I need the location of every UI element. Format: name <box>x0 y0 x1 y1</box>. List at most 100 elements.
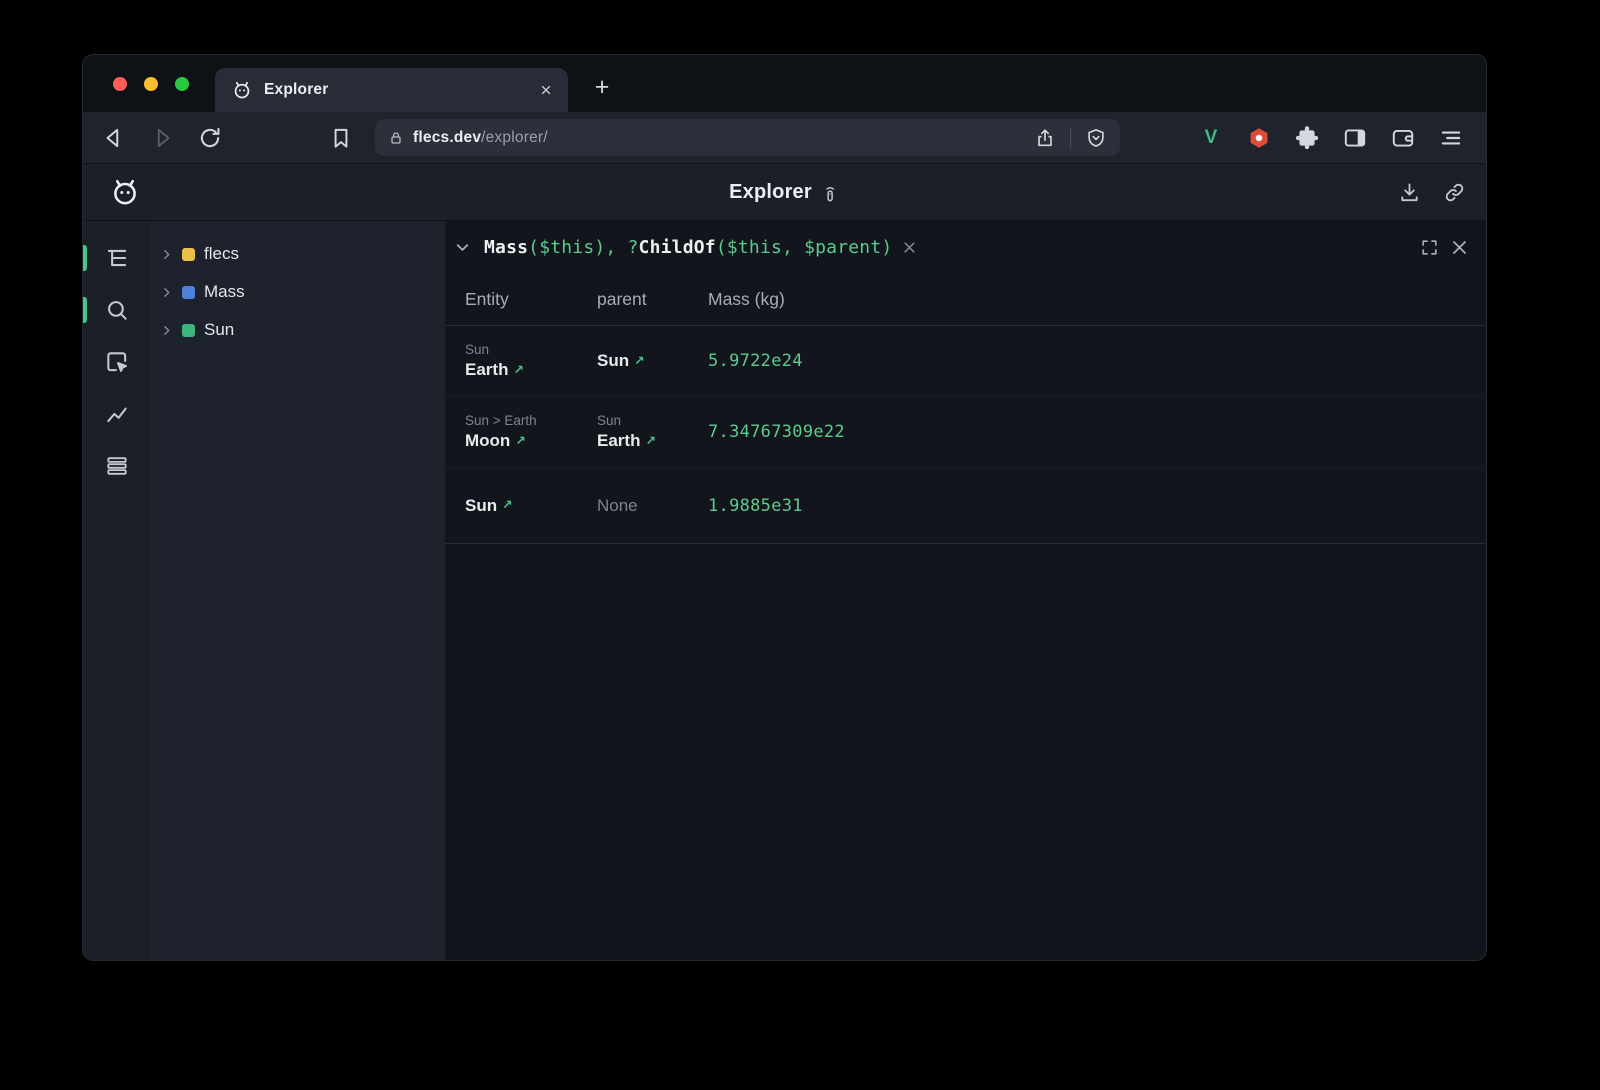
entity-tree-panel: flecs Mass Sun <box>150 221 445 960</box>
extension-toolbar: V <box>1198 125 1464 151</box>
external-link-icon: ↗ <box>645 433 655 448</box>
expand-chevron-icon[interactable] <box>160 248 173 261</box>
icon-sidebar <box>83 221 150 960</box>
url-path: /explorer/ <box>481 129 548 146</box>
parent-link[interactable]: Earth ↗ <box>597 431 708 451</box>
tree-item-sun[interactable]: Sun <box>160 311 445 349</box>
wallet-icon[interactable] <box>1390 125 1416 151</box>
share-icon[interactable] <box>1034 127 1056 149</box>
mass-value: 5.9722e24 <box>708 351 1486 371</box>
entity-color-swatch <box>182 324 195 337</box>
parent-cell: Sun ↗ <box>577 351 708 371</box>
external-link-icon: ↗ <box>515 433 525 448</box>
url-text: flecs.dev/explorer/ <box>413 129 548 147</box>
entity-name: Sun <box>465 496 497 516</box>
table-row[interactable]: Sun Earth ↗ Sun ↗ 5.9722e24 <box>445 326 1486 397</box>
search-icon[interactable] <box>104 297 130 323</box>
traffic-lights <box>113 77 189 91</box>
download-icon[interactable] <box>1398 181 1421 204</box>
statistics-chart-icon[interactable] <box>104 401 130 427</box>
query-term: Mass <box>484 237 528 258</box>
entity-color-swatch <box>182 286 195 299</box>
external-link-icon: ↗ <box>634 353 644 368</box>
column-header-parent[interactable]: parent <box>577 289 708 310</box>
tab-strip: Explorer + <box>83 55 1486 112</box>
reload-button[interactable] <box>197 125 223 151</box>
query-expression[interactable]: Mass($this), ?ChildOf($this, $parent) <box>484 237 892 258</box>
entity-path: Sun <box>465 342 577 357</box>
entity-path: Sun > Earth <box>465 413 577 428</box>
parent-path: Sun <box>597 413 708 428</box>
tree-view-icon[interactable] <box>104 245 130 271</box>
active-indicator <box>83 297 87 323</box>
active-indicator <box>83 245 87 271</box>
brave-shield-icon[interactable] <box>1085 127 1107 149</box>
parent-cell: None <box>577 496 708 516</box>
browser-menu-icon[interactable] <box>1438 125 1464 151</box>
browser-window: Explorer + <box>83 55 1486 960</box>
navigation-bar: flecs.dev/explorer/ V <box>83 112 1486 164</box>
entity-name: Earth <box>465 360 508 380</box>
new-tab-button[interactable]: + <box>586 71 618 103</box>
inspect-element-icon[interactable] <box>104 349 130 375</box>
external-link-icon: ↗ <box>513 362 523 377</box>
table-header-row: Entity parent Mass (kg) <box>445 273 1486 326</box>
parent-link[interactable]: Sun ↗ <box>597 351 708 371</box>
mass-value: 7.34767309e22 <box>708 422 1486 442</box>
close-panel-icon[interactable] <box>1450 238 1469 257</box>
nav-buttons <box>101 125 223 151</box>
browser-tab[interactable]: Explorer <box>215 68 568 112</box>
forward-button[interactable] <box>149 125 175 151</box>
commands-list-icon[interactable] <box>104 453 130 479</box>
close-window-button[interactable] <box>113 77 127 91</box>
tree-item-label: Sun <box>204 320 234 340</box>
tab-title: Explorer <box>264 81 539 99</box>
mass-value: 1.9885e31 <box>708 496 1486 516</box>
entity-link[interactable]: Earth ↗ <box>465 360 577 380</box>
fullscreen-icon[interactable] <box>1420 238 1439 257</box>
flecs-logo <box>109 176 141 208</box>
vue-devtools-extension-icon[interactable]: V <box>1198 127 1224 149</box>
sidebar-toggle-icon[interactable] <box>1342 125 1368 151</box>
query-panel: Mass($this), ?ChildOf($this, $parent) En… <box>445 221 1486 960</box>
query-optional-operator: ? <box>628 237 639 258</box>
entity-cell: Sun > Earth Moon ↗ <box>445 413 577 451</box>
connection-status-icon <box>821 184 840 203</box>
column-header-entity[interactable]: Entity <box>445 289 577 310</box>
tree-item-flecs[interactable]: flecs <box>160 235 445 273</box>
maximize-window-button[interactable] <box>175 77 189 91</box>
bookmark-icon[interactable] <box>328 125 354 151</box>
entity-cell: Sun Earth ↗ <box>445 342 577 380</box>
entity-name: Moon <box>465 431 510 451</box>
hexagon-extension-icon[interactable] <box>1246 125 1272 151</box>
extensions-puzzle-icon[interactable] <box>1294 125 1320 151</box>
expand-chevron-icon[interactable] <box>160 324 173 337</box>
tree-item-mass[interactable]: Mass <box>160 273 445 311</box>
secure-lock-icon <box>388 130 404 146</box>
close-tab-icon[interactable] <box>539 83 553 97</box>
address-bar[interactable]: flecs.dev/explorer/ <box>375 119 1120 156</box>
query-bar: Mass($this), ?ChildOf($this, $parent) <box>445 221 1486 273</box>
share-link-icon[interactable] <box>1443 181 1466 204</box>
entity-cell: Sun ↗ <box>445 496 577 516</box>
urlbar-divider <box>1070 128 1071 148</box>
header-actions <box>1398 181 1466 204</box>
table-row[interactable]: Sun > Earth Moon ↗ Sun Earth ↗ 7.3476730… <box>445 397 1486 468</box>
content-area: flecs Mass Sun Mass($this), ?ChildOf($th… <box>83 221 1486 960</box>
parent-name: Earth <box>597 431 640 451</box>
parent-none-value: None <box>597 496 708 516</box>
clear-query-icon[interactable] <box>902 240 917 255</box>
parent-cell: Sun Earth ↗ <box>577 413 708 451</box>
collapse-chevron-icon[interactable] <box>453 238 472 257</box>
table-row[interactable]: Sun ↗ None 1.9885e31 <box>445 468 1486 544</box>
entity-link[interactable]: Moon ↗ <box>465 431 577 451</box>
page-title: Explorer <box>729 181 812 204</box>
query-args: ($this), <box>528 237 627 258</box>
entity-link[interactable]: Sun ↗ <box>465 496 577 516</box>
entity-color-swatch <box>182 248 195 261</box>
parent-name: Sun <box>597 351 629 371</box>
minimize-window-button[interactable] <box>144 77 158 91</box>
column-header-mass[interactable]: Mass (kg) <box>708 289 1486 310</box>
expand-chevron-icon[interactable] <box>160 286 173 299</box>
back-button[interactable] <box>101 125 127 151</box>
